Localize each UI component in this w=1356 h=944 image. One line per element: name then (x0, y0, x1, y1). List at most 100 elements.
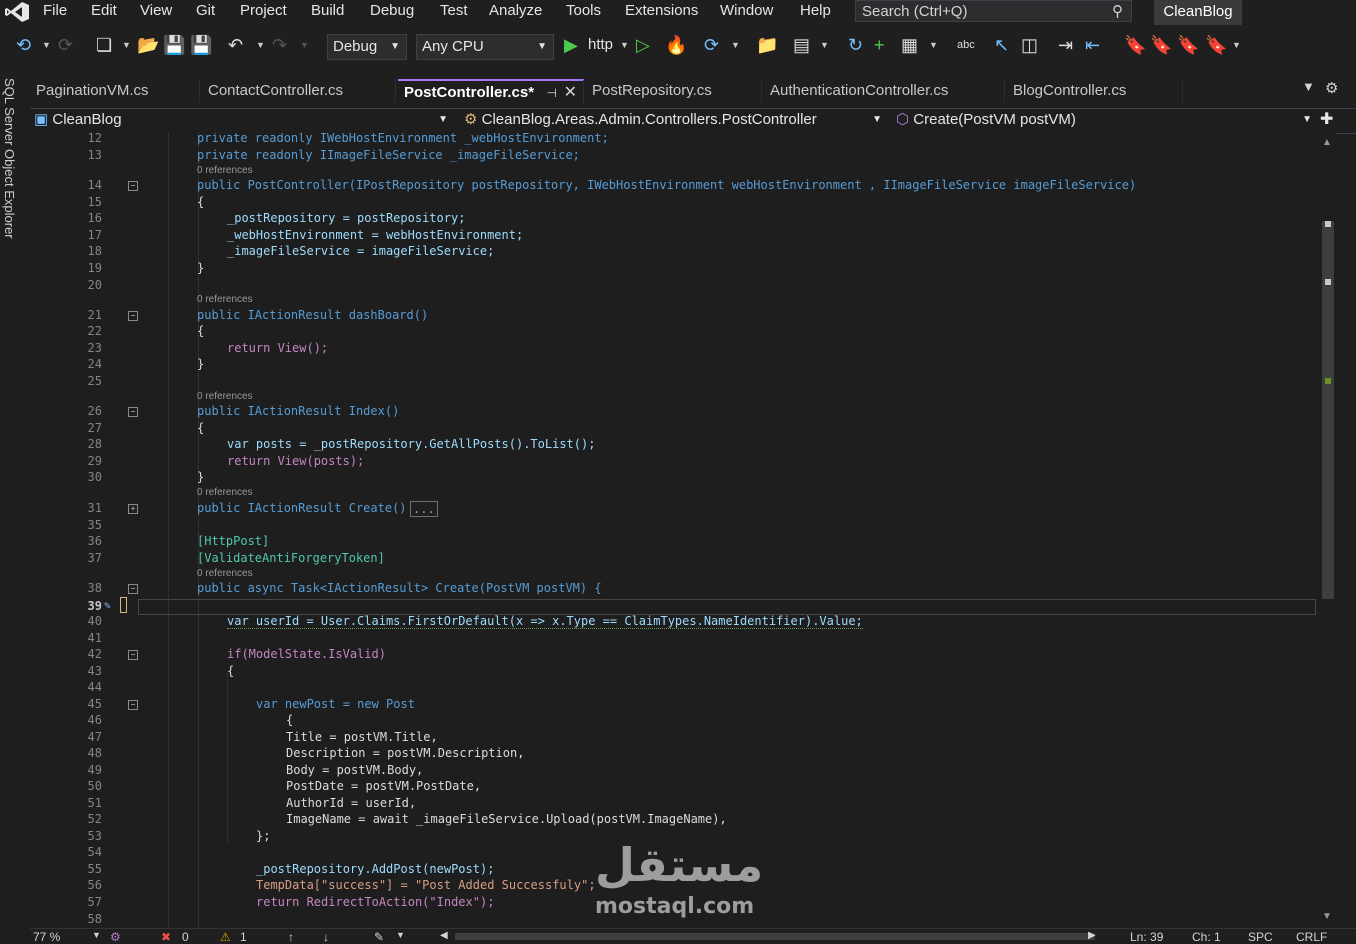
device-caret-icon[interactable]: ▼ (929, 34, 938, 56)
run-target-label[interactable]: http (588, 34, 613, 56)
lightbulb-marker-icon[interactable] (120, 597, 127, 613)
previous-issue-arrow-icon[interactable]: ↑ (288, 930, 294, 944)
window-layout-icon[interactable]: ▤ (793, 34, 810, 56)
code-cleanup-brush-icon[interactable]: ✎ (374, 930, 384, 944)
warning-count[interactable]: 1 (240, 930, 247, 944)
save-all-icon[interactable]: 💾 (190, 34, 212, 56)
menu-tools[interactable]: Tools (566, 2, 601, 19)
pin-icon[interactable]: ⊣ (547, 81, 557, 105)
type-dropdown[interactable]: ⚙ CleanBlog.Areas.Admin.Controllers.Post… (464, 109, 886, 133)
fold-toggle[interactable]: − (128, 311, 138, 321)
outdent-icon[interactable]: ⇤ (1085, 34, 1100, 56)
vertical-scrollbar[interactable]: ▲ ▼ (1320, 133, 1336, 928)
start-without-debugging-icon[interactable]: ▷ (636, 34, 650, 56)
menu-build[interactable]: Build (311, 2, 344, 19)
start-debugging-icon[interactable]: ▶ (564, 34, 578, 56)
sql-server-object-explorer-tab[interactable]: SQL Server Object Explorer (2, 78, 17, 239)
indent-icon[interactable]: ⇥ (1058, 34, 1073, 56)
navigate-back-icon[interactable]: ⟲ (16, 34, 31, 56)
next-issue-arrow-icon[interactable]: ↓ (323, 930, 329, 944)
member-dropdown[interactable]: ⬡ Create(PostVM postVM) ▼ (896, 109, 1316, 133)
toolbar-overflow-icon[interactable]: ▼ (1232, 34, 1241, 56)
back-dropdown-caret-icon[interactable]: ▼ (42, 34, 51, 56)
collapsed-region[interactable]: ... (410, 501, 438, 517)
fold-toggle[interactable]: − (128, 650, 138, 660)
fold-toggle[interactable]: − (128, 407, 138, 417)
settings-gear-icon[interactable]: ⚙ (1325, 79, 1338, 97)
solution-name-badge[interactable]: CleanBlog (1154, 0, 1242, 25)
menu-edit[interactable]: Edit (91, 2, 117, 19)
zoom-caret-icon[interactable]: ▼ (92, 930, 101, 940)
bookmark-icon[interactable]: 🔖 (1124, 34, 1146, 56)
spell-check-icon[interactable]: abc (957, 34, 975, 56)
scroll-left-arrow-icon[interactable]: ◀ (440, 930, 448, 941)
quick-actions-brush-icon[interactable]: ✎ (104, 599, 111, 612)
add-icon[interactable]: + (874, 34, 885, 56)
refresh-icon[interactable]: ⟳ (704, 34, 719, 56)
menu-project[interactable]: Project (240, 2, 287, 19)
horizontal-scrollbar-thumb[interactable] (455, 933, 1095, 940)
tab-post-controller[interactable]: PostController.cs* ⊣ ✕ (398, 79, 584, 103)
tab-post-repository[interactable]: PostRepository.cs (586, 79, 762, 103)
undo-caret-icon[interactable]: ▼ (256, 34, 265, 56)
sync-icon[interactable]: ↻ (848, 34, 863, 56)
fold-toggle[interactable]: − (128, 584, 138, 594)
split-editor-icon[interactable]: ✚ (1320, 109, 1333, 133)
cursor-line[interactable]: Ln: 39 (1130, 930, 1163, 944)
fold-toggle[interactable]: + (128, 504, 138, 514)
fold-toggle[interactable]: − (128, 181, 138, 191)
cleanup-caret-icon[interactable]: ▼ (396, 930, 405, 940)
undo-icon[interactable]: ↶ (228, 34, 243, 56)
intellicode-icon[interactable]: ⚙ (110, 930, 121, 944)
codelens-references[interactable]: 0 references (197, 294, 253, 305)
open-folder-icon[interactable]: 📂 (137, 34, 159, 56)
scroll-up-arrow-icon[interactable]: ▲ (1322, 137, 1332, 148)
menu-git[interactable]: Git (196, 2, 215, 19)
redo-caret-icon[interactable]: ▼ (300, 34, 309, 56)
code-editor[interactable]: 12 private readonly IWebHostEnvironment … (30, 133, 1320, 928)
warning-icon[interactable]: ⚠ (220, 930, 231, 944)
tab-authentication-controller[interactable]: AuthenticationController.cs (764, 79, 1005, 103)
clear-bookmarks-icon[interactable]: 🔖 (1205, 34, 1227, 56)
tab-pagination-vm[interactable]: PaginationVM.cs (30, 79, 200, 103)
configuration-dropdown[interactable]: Debug ▼ (327, 34, 407, 60)
menu-window[interactable]: Window (720, 2, 773, 19)
save-icon[interactable]: 💾 (163, 34, 185, 56)
search-box[interactable]: Search (Ctrl+Q) ⚲ (855, 0, 1132, 22)
codelens-references[interactable]: 0 references (197, 568, 253, 579)
line-endings[interactable]: CRLF (1296, 930, 1327, 944)
zoom-level[interactable]: 77 % (33, 930, 60, 944)
layout-caret-icon[interactable]: ▼ (820, 34, 829, 56)
whitespace-mode[interactable]: SPC (1248, 930, 1273, 944)
fold-toggle[interactable]: − (128, 700, 138, 710)
compare-icon[interactable]: ◫ (1021, 34, 1038, 56)
navigate-forward-icon[interactable]: ⟳ (58, 34, 73, 56)
redo-icon[interactable]: ↷ (272, 34, 287, 56)
codelens-references[interactable]: 0 references (197, 165, 253, 176)
error-icon[interactable]: ✖ (161, 930, 171, 944)
new-project-icon[interactable]: ❏ (96, 34, 112, 56)
previous-bookmark-icon[interactable]: 🔖 (1150, 34, 1172, 56)
tab-contact-controller[interactable]: ContactController.cs (202, 79, 396, 103)
project-dropdown[interactable]: ▣ CleanBlog ▼ (34, 109, 452, 133)
tab-blog-controller[interactable]: BlogController.cs (1007, 79, 1183, 103)
menu-view[interactable]: View (140, 2, 172, 19)
scrollbar-thumb[interactable] (1322, 221, 1334, 599)
menu-file[interactable]: File (43, 2, 67, 19)
menu-analyze[interactable]: Analyze (489, 2, 542, 19)
tab-list-dropdown-icon[interactable]: ▼ (1302, 79, 1315, 94)
scroll-down-arrow-icon[interactable]: ▼ (1322, 911, 1332, 922)
menu-help[interactable]: Help (800, 2, 831, 19)
new-item-caret-icon[interactable]: ▼ (122, 34, 131, 56)
platform-dropdown[interactable]: Any CPU ▼ (416, 34, 554, 60)
run-target-caret-icon[interactable]: ▼ (620, 34, 629, 56)
select-pointer-icon[interactable]: ↖ (994, 34, 1009, 56)
menu-extensions[interactable]: Extensions (625, 2, 698, 19)
device-icon[interactable]: ▦ (901, 34, 918, 56)
next-bookmark-icon[interactable]: 🔖 (1177, 34, 1199, 56)
visual-studio-logo-icon[interactable] (4, 1, 30, 23)
codelens-references[interactable]: 0 references (197, 391, 253, 402)
scroll-right-arrow-icon[interactable]: ▶ (1088, 930, 1096, 941)
close-icon[interactable]: ✕ (564, 81, 577, 105)
cursor-column[interactable]: Ch: 1 (1192, 930, 1221, 944)
